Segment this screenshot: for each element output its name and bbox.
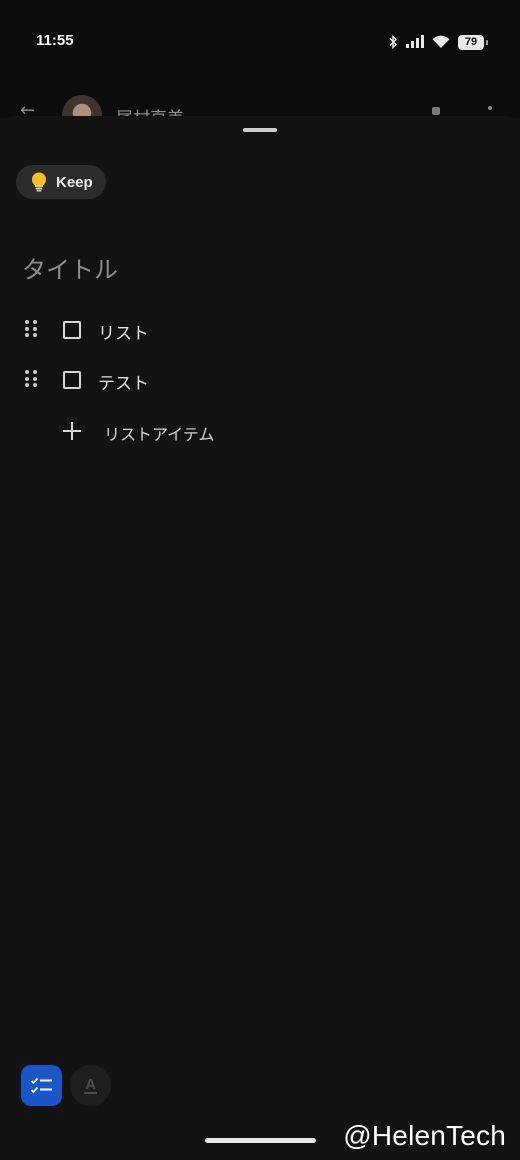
pin-icon — [432, 107, 440, 115]
text-format-icon: A — [84, 1076, 97, 1094]
list-item-checkbox[interactable] — [63, 321, 81, 339]
bluetooth-icon — [389, 35, 397, 49]
battery-level: 79 — [464, 36, 478, 48]
status-bar: 11:55 79 — [0, 28, 520, 56]
note-title-input[interactable]: タイトル — [22, 250, 118, 285]
note-toolbar: A — [0, 1064, 520, 1108]
drag-handle-icon[interactable] — [25, 370, 37, 388]
watermark: @HelenTech — [343, 1120, 506, 1151]
battery-icon: 79 — [458, 34, 488, 50]
status-icons: 79 — [388, 32, 488, 52]
list-item-checkbox[interactable] — [63, 371, 81, 389]
keep-bottom-sheet: Keep タイトル リスト テスト リストアイテム — [0, 116, 520, 1160]
add-list-item-button[interactable]: リストアイテム — [0, 412, 520, 452]
home-indicator[interactable] — [205, 1138, 316, 1143]
more-vert-icon — [488, 106, 492, 110]
status-time: 11:55 — [36, 32, 74, 49]
checklist-toggle-button[interactable] — [21, 1065, 62, 1106]
list-item-text[interactable]: リスト — [98, 319, 149, 344]
lightbulb-icon — [32, 172, 46, 192]
keep-chip-label: Keep — [56, 173, 93, 191]
plus-icon — [63, 422, 81, 440]
sheet-drag-handle[interactable] — [243, 128, 277, 132]
list-item[interactable]: リスト — [0, 310, 520, 350]
drag-handle-icon[interactable] — [25, 320, 37, 338]
checklist-icon — [30, 1077, 52, 1093]
add-list-item-label: リストアイテム — [104, 425, 215, 444]
text-format-button[interactable]: A — [70, 1065, 111, 1106]
cellular-signal-icon — [406, 35, 424, 48]
list-item-text[interactable]: テスト — [98, 369, 149, 394]
list-item[interactable]: テスト — [0, 360, 520, 400]
wifi-icon — [432, 35, 450, 48]
keep-app-chip[interactable]: Keep — [16, 165, 106, 199]
background-app: 11:55 79 ← 尾村直美 — [0, 0, 520, 135]
